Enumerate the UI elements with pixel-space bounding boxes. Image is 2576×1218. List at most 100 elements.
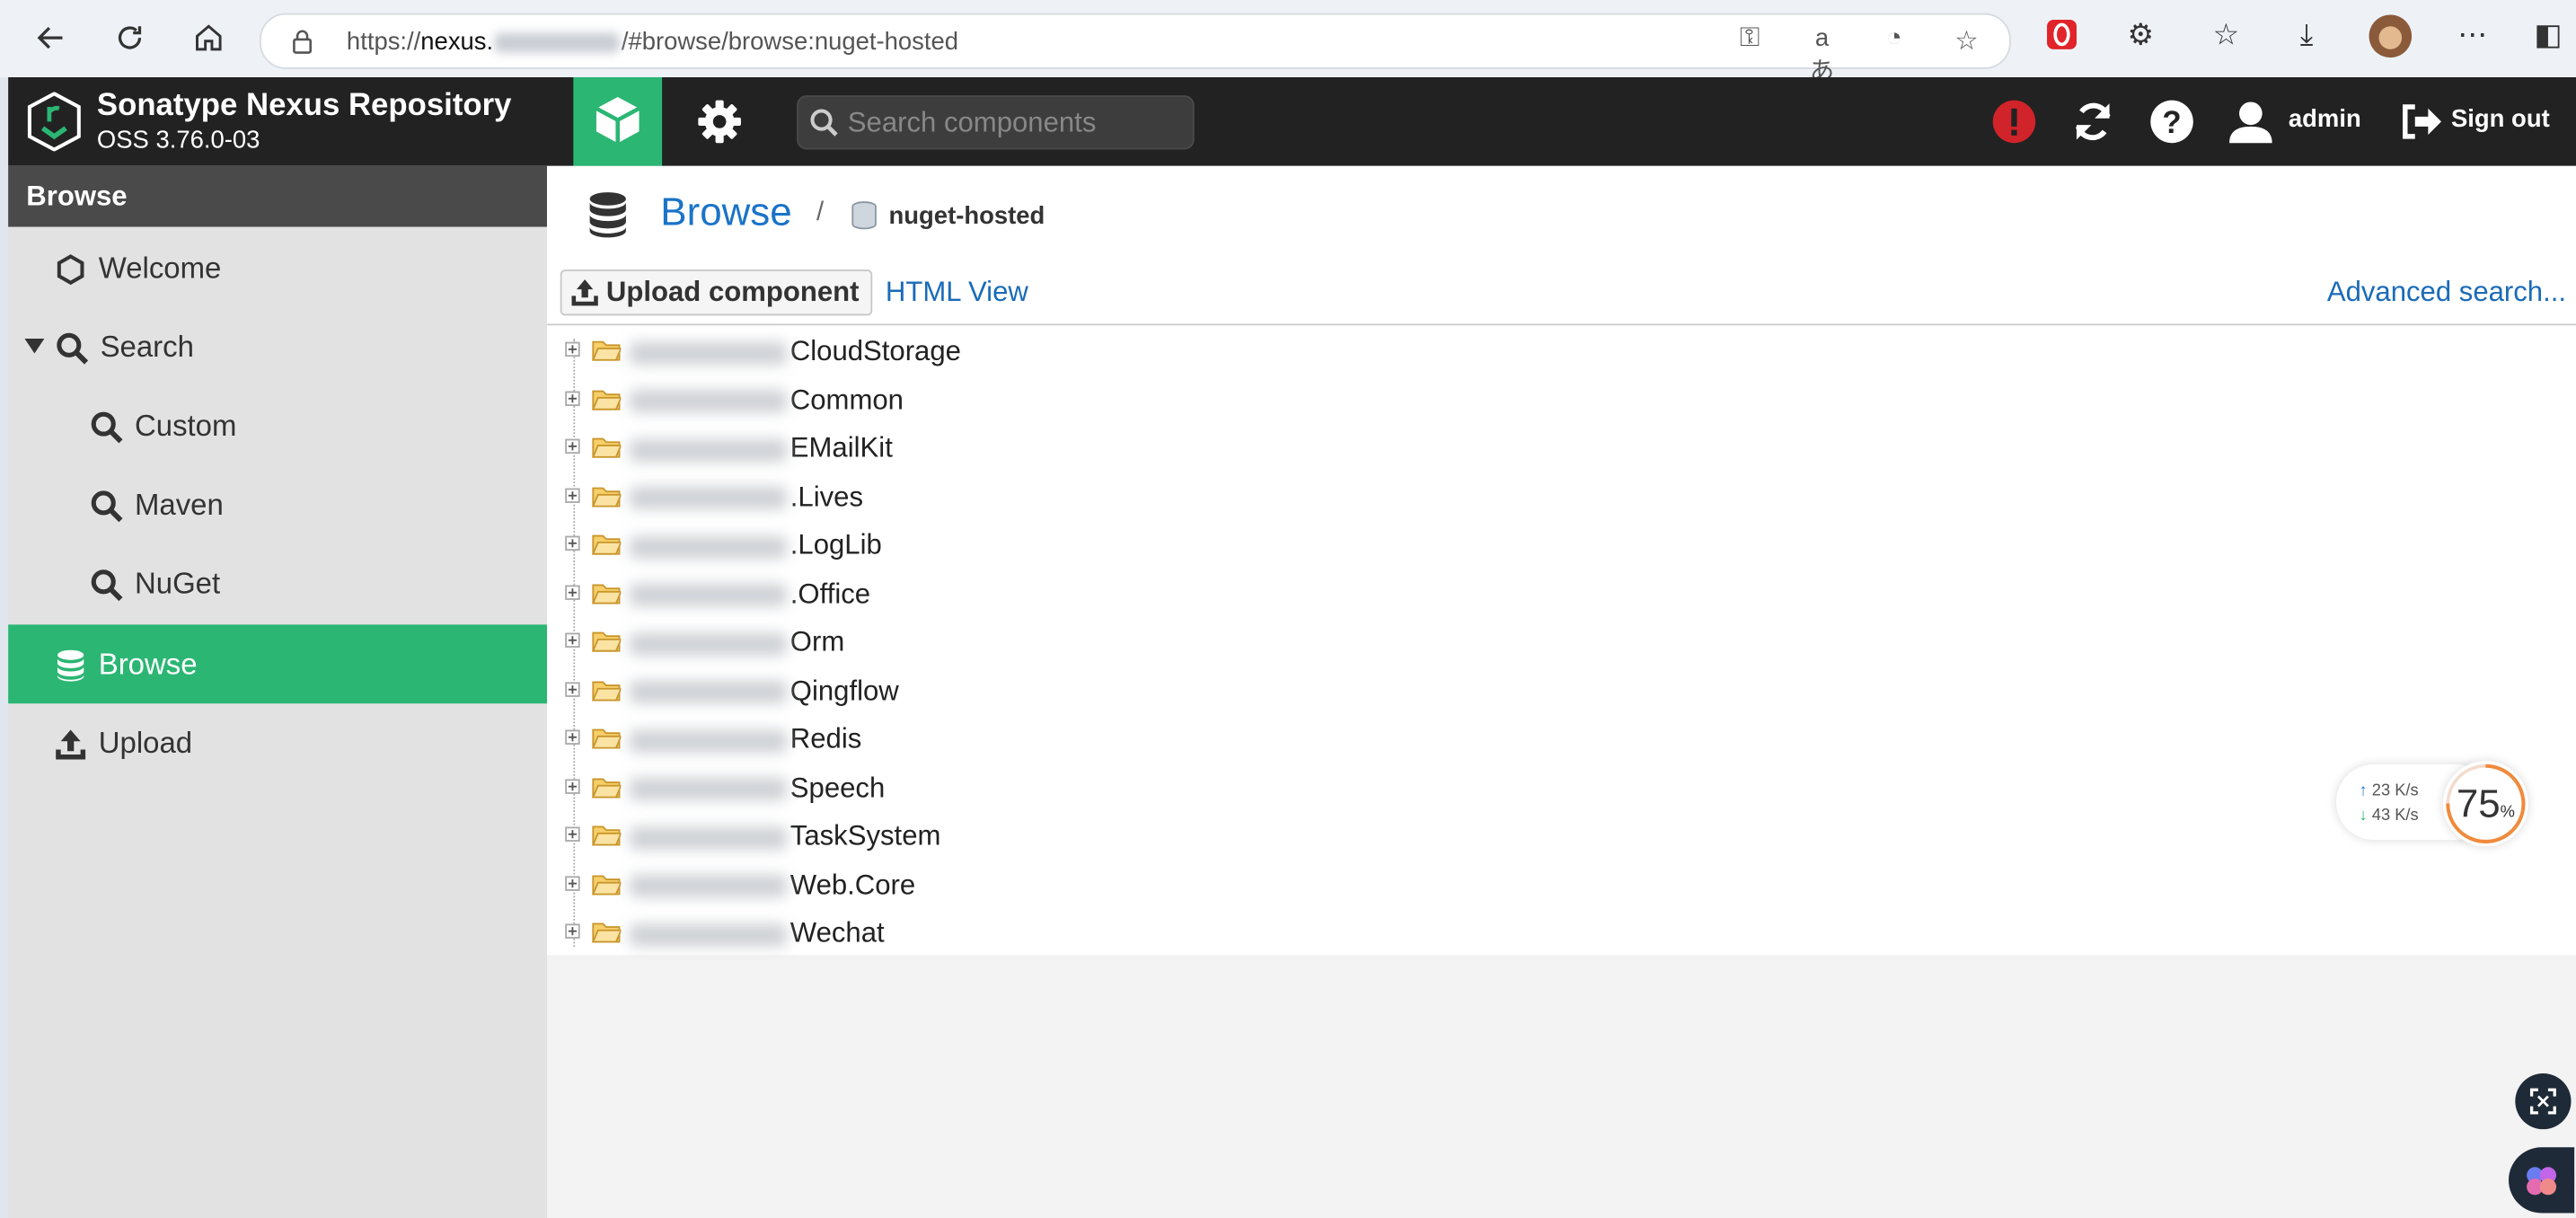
advanced-search-link[interactable]: Advanced search... [2327, 276, 2566, 309]
expand-toggle-icon[interactable] [565, 875, 580, 890]
tree-node[interactable]: CloudStorage [547, 327, 2576, 375]
search-components-box[interactable] [797, 95, 1195, 150]
tree-node-label[interactable]: .Office [629, 578, 870, 611]
sidebar-item-maven[interactable]: Maven [8, 465, 547, 544]
user-icon[interactable] [2226, 97, 2275, 146]
tree-node[interactable]: Wechat [547, 909, 2576, 957]
opera-icon[interactable] [2042, 18, 2082, 57]
redacted-prefix [629, 825, 788, 850]
key-icon[interactable]: ⚿ [1734, 24, 1767, 57]
tree-node[interactable]: Orm [547, 618, 2576, 666]
expand-toggle-icon[interactable] [565, 681, 580, 696]
product-name: Sonatype Nexus Repository [96, 88, 512, 124]
user-name[interactable]: admin [2289, 105, 2361, 133]
tree-node-label[interactable]: TaskSystem [629, 820, 940, 853]
downloads-icon[interactable]: ⤓ [2287, 18, 2326, 57]
refresh-icon[interactable] [2069, 97, 2118, 146]
tree-node-label[interactable]: CloudStorage [629, 335, 961, 368]
redacted-prefix [629, 874, 788, 898]
alert-icon[interactable] [1989, 97, 2039, 146]
gear-icon[interactable] [695, 97, 745, 146]
sidebar-item-upload[interactable]: Upload [8, 703, 547, 782]
profile-avatar[interactable] [2369, 14, 2413, 58]
edge-icon[interactable]: ◔ [1878, 24, 1911, 57]
tree-node[interactable]: .Office [547, 569, 2576, 617]
url-text: https://nexus./#browse/browse:nuget-host… [346, 28, 959, 57]
breadcrumb-browse-link[interactable]: Browse [660, 190, 791, 236]
search-components-input[interactable] [844, 103, 1180, 144]
tree-node[interactable]: EMailKit [547, 424, 2576, 472]
translate-icon[interactable]: aあ [1805, 24, 1839, 85]
more-menu-icon[interactable]: ⋯ [2453, 18, 2492, 57]
expand-toggle-icon[interactable] [565, 729, 580, 745]
sidebar-item-welcome[interactable]: Welcome [8, 228, 547, 307]
sidebar-item-nuget[interactable]: NuGet [8, 544, 547, 623]
tree-node-label[interactable]: EMailKit [629, 432, 893, 465]
tree-node[interactable]: Web.Core [547, 861, 2576, 908]
favorites-icon[interactable]: ☆ [2206, 18, 2245, 57]
redacted-prefix [629, 340, 788, 365]
caret-down-icon[interactable] [24, 338, 45, 355]
tree-node-label[interactable]: Redis [629, 723, 861, 756]
home-icon[interactable] [188, 16, 231, 59]
tree-node-label[interactable]: Orm [629, 626, 844, 659]
help-icon[interactable]: ? [2148, 97, 2197, 146]
redacted-prefix [629, 922, 788, 947]
expand-toggle-icon[interactable] [565, 341, 580, 357]
main-panel: Browse / nuget-hosted Upload component H… [547, 165, 2576, 1218]
redacted-prefix [629, 583, 788, 607]
html-view-link[interactable]: HTML View [886, 276, 1028, 309]
content-header: Browse / nuget-hosted Upload component H… [547, 165, 2576, 326]
folder-icon [591, 534, 622, 555]
expand-toggle-icon[interactable] [565, 535, 580, 552]
download-speed: ↓ 43 K/s [2359, 807, 2419, 825]
brain-icon [2527, 1167, 2557, 1196]
tree-node-label[interactable]: .LogLib [629, 529, 882, 562]
tree-node[interactable]: Common [547, 375, 2576, 423]
tree-node[interactable]: TaskSystem [547, 812, 2576, 860]
tree-node[interactable]: .LogLib [547, 521, 2576, 569]
sidebar-item-browse[interactable]: Browse [8, 624, 548, 704]
tree-node-label[interactable]: Qingflow [629, 675, 899, 708]
upload-component-button[interactable]: Upload component [560, 269, 873, 316]
sign-out-icon[interactable] [2397, 99, 2443, 145]
browse-mode-button[interactable] [573, 77, 663, 166]
tree-node[interactable]: Redis [547, 715, 2576, 763]
expand-toggle-icon[interactable] [565, 923, 580, 939]
tree-node[interactable]: .Lives [547, 472, 2576, 520]
tree-node-label[interactable]: Wechat [629, 917, 885, 950]
breadcrumb-separator: / [816, 199, 825, 227]
copilot-button[interactable] [2509, 1147, 2575, 1214]
expand-toggle-icon[interactable] [565, 438, 580, 455]
sidebar-toggle-icon[interactable]: ◧ [2528, 18, 2568, 57]
site-info-icon[interactable] [287, 26, 317, 56]
memory-usage-gauge[interactable]: 75% [2442, 761, 2528, 847]
folder-icon [591, 825, 622, 846]
expand-toggle-icon[interactable] [565, 487, 580, 503]
extensions-icon[interactable]: ⚙ [2121, 18, 2160, 57]
sidebar-item-search[interactable]: Search [8, 307, 547, 386]
expand-toggle-icon[interactable] [565, 584, 580, 600]
expand-toggle-icon[interactable] [565, 632, 580, 649]
tree-node-label[interactable]: Common [629, 384, 904, 417]
address-bar[interactable]: https://nexus./#browse/browse:nuget-host… [259, 13, 2011, 85]
sign-out-button[interactable]: Sign out [2451, 105, 2550, 133]
sidebar-item-custom[interactable]: Custom [8, 386, 547, 465]
tree-node-label[interactable]: Speech [629, 772, 885, 805]
tree-node-label[interactable]: .Lives [629, 481, 863, 514]
back-icon[interactable] [30, 16, 73, 59]
svg-text:?: ? [2162, 106, 2181, 140]
tree-node[interactable]: Speech [547, 763, 2576, 811]
tree-node[interactable]: Qingflow [547, 666, 2576, 714]
search-icon [810, 109, 838, 137]
refresh-icon[interactable] [109, 16, 152, 59]
favorite-star-icon[interactable]: ☆ [1950, 24, 1983, 57]
expand-toggle-icon[interactable] [565, 778, 580, 793]
expand-toggle-icon[interactable] [565, 390, 580, 406]
product-version: OSS 3.76.0-03 [96, 126, 260, 155]
redacted-prefix [629, 728, 788, 753]
folder-icon [591, 437, 622, 458]
tree-node-label[interactable]: Web.Core [629, 869, 915, 902]
expand-toggle-icon[interactable] [565, 826, 580, 842]
screenshot-capture-button[interactable] [2515, 1072, 2572, 1130]
